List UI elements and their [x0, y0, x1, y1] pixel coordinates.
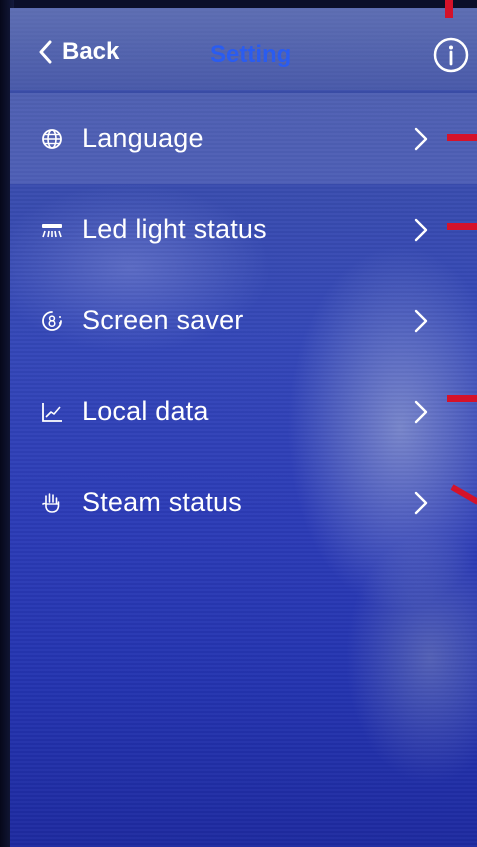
- page-title: Setting: [210, 41, 292, 68]
- menu-item-screen-saver[interactable]: Screen saver: [10, 275, 477, 366]
- back-label: Back: [62, 38, 120, 65]
- info-circle-icon: [432, 37, 470, 78]
- chevron-right-icon: [414, 491, 428, 514]
- chevron-right-icon: [414, 309, 428, 332]
- menu-item-led-light-status[interactable]: Led light status: [10, 184, 477, 275]
- menu-item-label: Steam status: [82, 487, 242, 517]
- ceiling-light-icon: [40, 218, 64, 242]
- globe-icon: [40, 127, 64, 151]
- timer-8-icon: [40, 309, 64, 333]
- menu-item-local-data[interactable]: Local data: [10, 366, 477, 457]
- annotation-mark: [447, 395, 477, 402]
- menu-item-steam-status[interactable]: Steam status: [10, 457, 477, 548]
- chevron-right-icon: [414, 218, 428, 241]
- steam-hand-icon: [40, 491, 64, 515]
- info-button[interactable]: [432, 36, 470, 74]
- chevron-left-icon: [38, 40, 52, 64]
- back-button[interactable]: Back: [38, 38, 119, 66]
- menu-item-language[interactable]: Language: [10, 93, 477, 184]
- settings-menu: Language Led light status Screen saver L…: [10, 93, 477, 548]
- annotation-mark: [447, 223, 477, 230]
- annotation-mark: [447, 134, 477, 141]
- menu-item-label: Led light status: [82, 214, 267, 244]
- menu-item-label: Language: [82, 123, 204, 153]
- annotation-mark: [445, 0, 453, 18]
- menu-item-label: Screen saver: [82, 305, 244, 335]
- chevron-right-icon: [414, 400, 428, 423]
- menu-item-label: Local data: [82, 396, 209, 426]
- header-bar: Back Setting: [10, 8, 477, 90]
- chevron-right-icon: [414, 127, 428, 150]
- line-chart-icon: [40, 400, 64, 424]
